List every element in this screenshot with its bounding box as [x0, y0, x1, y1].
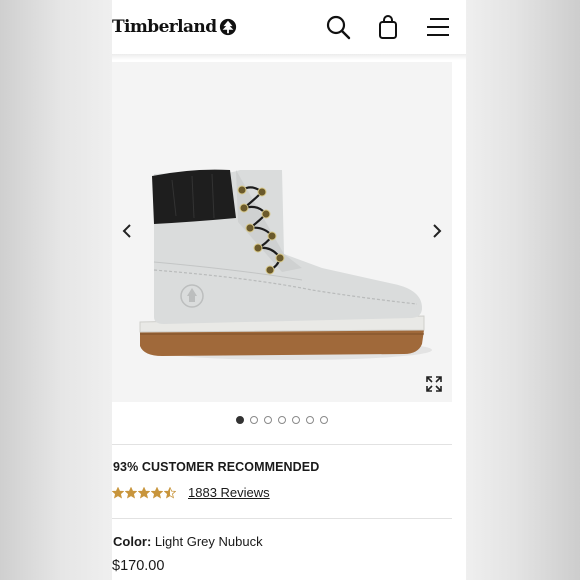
pagination-dot[interactable] — [306, 416, 314, 424]
divider — [112, 518, 452, 519]
expand-icon[interactable] — [424, 374, 444, 394]
pagination-dot[interactable] — [292, 416, 300, 424]
site-header: Timberland — [112, 0, 466, 54]
pagination-dot[interactable] — [250, 416, 258, 424]
reviews-link[interactable]: 1883 Reviews — [188, 485, 270, 500]
star-rating — [112, 486, 176, 499]
pagination-dot[interactable] — [320, 416, 328, 424]
star-icon — [151, 486, 163, 499]
previous-arrow-icon[interactable] — [120, 220, 134, 242]
color-row: Color: Light Grey Nubuck — [113, 534, 263, 549]
color-value: Light Grey Nubuck — [154, 534, 263, 549]
background-blur-left — [0, 0, 112, 580]
star-icon — [138, 486, 150, 499]
product-image-boot — [139, 169, 432, 360]
background-blur-right — [466, 0, 580, 580]
pagination-dot[interactable] — [278, 416, 286, 424]
product-page: Timberland 93% CUSTOMER RECOMMENDED 1883… — [112, 0, 466, 580]
brand-name: Timberland — [112, 17, 217, 37]
color-label: Color: — [113, 534, 152, 549]
header-divider — [112, 54, 466, 60]
recommendation-text: 93% CUSTOMER RECOMMENDED — [113, 460, 320, 474]
tree-logo-icon — [220, 18, 237, 36]
pagination-dot[interactable] — [264, 416, 272, 424]
search-icon[interactable] — [324, 13, 352, 41]
divider — [112, 444, 452, 445]
shopping-bag-icon[interactable] — [374, 13, 402, 41]
star-icon — [125, 486, 137, 499]
rating-row: 1883 Reviews — [112, 485, 270, 500]
star-icon — [112, 486, 124, 499]
pagination-dot[interactable] — [236, 416, 244, 424]
gallery-pagination — [112, 414, 452, 426]
brand-logo[interactable]: Timberland — [112, 14, 237, 40]
next-arrow-icon[interactable] — [430, 220, 444, 242]
star-icon — [164, 486, 176, 499]
price: $170.00 — [112, 558, 165, 574]
product-image-gallery[interactable] — [112, 62, 452, 402]
menu-icon[interactable] — [424, 13, 452, 41]
